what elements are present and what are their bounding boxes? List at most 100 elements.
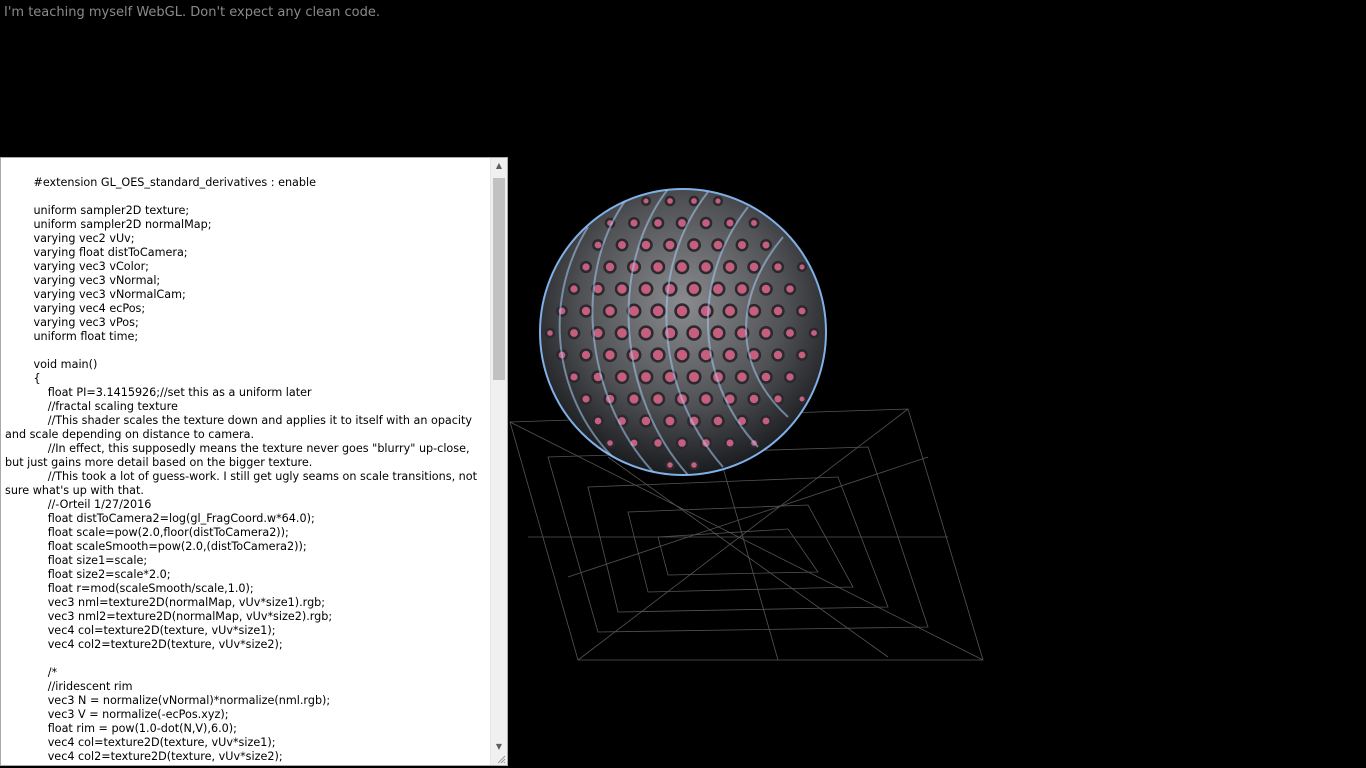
- code-line: uniform sampler2D texture;: [5, 204, 190, 217]
- code-line: varying vec3 vNormal;: [5, 274, 161, 287]
- rivet: [734, 281, 750, 297]
- rivet: [771, 304, 785, 318]
- code-line: vec4 col=texture2D(texture, vUv*size1);: [5, 736, 276, 749]
- rivet: [663, 414, 677, 428]
- webgl-canvas[interactable]: [508, 157, 1366, 768]
- rivet: [650, 259, 666, 275]
- page-note: I'm teaching myself WebGL. Don't expect …: [4, 5, 380, 20]
- rivet: [734, 369, 750, 385]
- code-line: varying vec2 vUv;: [5, 232, 135, 245]
- rivet: [615, 238, 629, 252]
- rivet: [567, 326, 581, 340]
- rivet: [650, 347, 666, 363]
- rivet: [710, 281, 726, 297]
- rivet: [771, 348, 785, 362]
- rivet: [674, 259, 690, 275]
- shader-code-textarea[interactable]: #extension GL_OES_standard_derivatives :…: [0, 157, 508, 766]
- rivet: [783, 326, 797, 340]
- rivet: [614, 325, 630, 341]
- code-line: //This shader scales the texture down an…: [5, 414, 476, 441]
- code-line: varying vec4 ecPos;: [5, 302, 146, 315]
- rivet: [650, 303, 666, 319]
- code-line: void main(): [5, 358, 98, 371]
- resize-grip-icon[interactable]: [496, 754, 506, 764]
- rivet: [724, 437, 736, 449]
- code-line: varying vec3 vNormalCam;: [5, 288, 186, 301]
- rivet: [783, 370, 797, 384]
- code-line: //In effect, this supposedly means the t…: [5, 442, 474, 469]
- rivet: [579, 392, 593, 406]
- rivet: [662, 281, 678, 297]
- rivet: [710, 325, 726, 341]
- rivet: [771, 260, 785, 274]
- editor-scrollbar[interactable]: ▲ ▼: [490, 158, 507, 765]
- rivet: [723, 216, 737, 230]
- rivet: [579, 304, 593, 318]
- code-line: //This took a lot of guess-work. I still…: [5, 470, 481, 497]
- rivet: [796, 305, 808, 317]
- rivet: [746, 303, 762, 319]
- code-line: //-Orteil 1/27/2016: [5, 498, 152, 511]
- rivet: [711, 414, 725, 428]
- rivet: [698, 391, 714, 407]
- rivet: [796, 349, 808, 361]
- scroll-up-arrow-icon[interactable]: ▲: [491, 158, 507, 174]
- rivet: [759, 370, 773, 384]
- code-line: uniform float time;: [5, 330, 139, 343]
- rivet: [664, 459, 676, 471]
- rivet: [758, 325, 774, 341]
- rivet: [579, 260, 593, 274]
- rivet: [602, 347, 618, 363]
- rivet: [651, 216, 665, 230]
- code-line: float PI=3.1415926;//set this as a unifo…: [5, 386, 312, 399]
- code-line: vec4 col2=texture2D(texture, vUv*size2);: [5, 638, 283, 651]
- code-line: vec3 V = normalize(-ecPos.xyz);: [5, 708, 229, 721]
- code-line: /*: [5, 666, 58, 679]
- rivet: [711, 238, 725, 252]
- rivet: [567, 370, 581, 384]
- code-line: float scaleSmooth=pow(2.0,(distToCamera2…: [5, 540, 307, 553]
- rivet: [579, 348, 593, 362]
- scroll-thumb[interactable]: [493, 178, 505, 380]
- rivet: [674, 303, 690, 319]
- code-line: {: [5, 372, 41, 385]
- rivet: [722, 303, 738, 319]
- code-line: float r=mod(scaleSmooth/scale,1.0);: [5, 582, 254, 595]
- rivet: [747, 392, 761, 406]
- code-line: float distToCamera2=log(gl_FragCoord.w*6…: [5, 512, 315, 525]
- rivet: [722, 347, 738, 363]
- code-line: vec3 N = normalize(vNormal)*normalize(nm…: [5, 694, 331, 707]
- code-line: uniform sampler2D normalMap;: [5, 218, 212, 231]
- rivet: [567, 282, 581, 296]
- rivet: [735, 238, 749, 252]
- rivet: [638, 369, 654, 385]
- code-line: vec4 col2=texture2D(texture, vUv*size2);: [5, 750, 283, 763]
- rivet: [664, 195, 676, 207]
- rivet: [760, 239, 772, 251]
- code-line: varying vec3 vColor;: [5, 260, 149, 273]
- code-line: vec3 nml=texture2D(normalMap, vUv*size1)…: [5, 596, 326, 609]
- rivet: [675, 436, 689, 450]
- rivet: [688, 459, 700, 471]
- code-line: float size2=scale*2.0;: [5, 568, 171, 581]
- rivet: [662, 325, 678, 341]
- scroll-down-arrow-icon[interactable]: ▼: [491, 739, 507, 755]
- rivet: [722, 259, 738, 275]
- shader-code-text[interactable]: #extension GL_OES_standard_derivatives :…: [5, 176, 483, 764]
- rivet: [663, 238, 677, 252]
- rivet: [639, 238, 653, 252]
- rivet: [626, 391, 642, 407]
- rivet: [604, 437, 616, 449]
- rivet: [687, 238, 701, 252]
- rivet: [650, 391, 666, 407]
- rivet: [808, 327, 820, 339]
- rivet: [759, 282, 773, 296]
- rivet: [686, 281, 702, 297]
- ridged-sphere: [539, 188, 827, 476]
- code-line: varying vec3 vPos;: [5, 316, 139, 329]
- rivet: [699, 216, 713, 230]
- rivet: [614, 369, 630, 385]
